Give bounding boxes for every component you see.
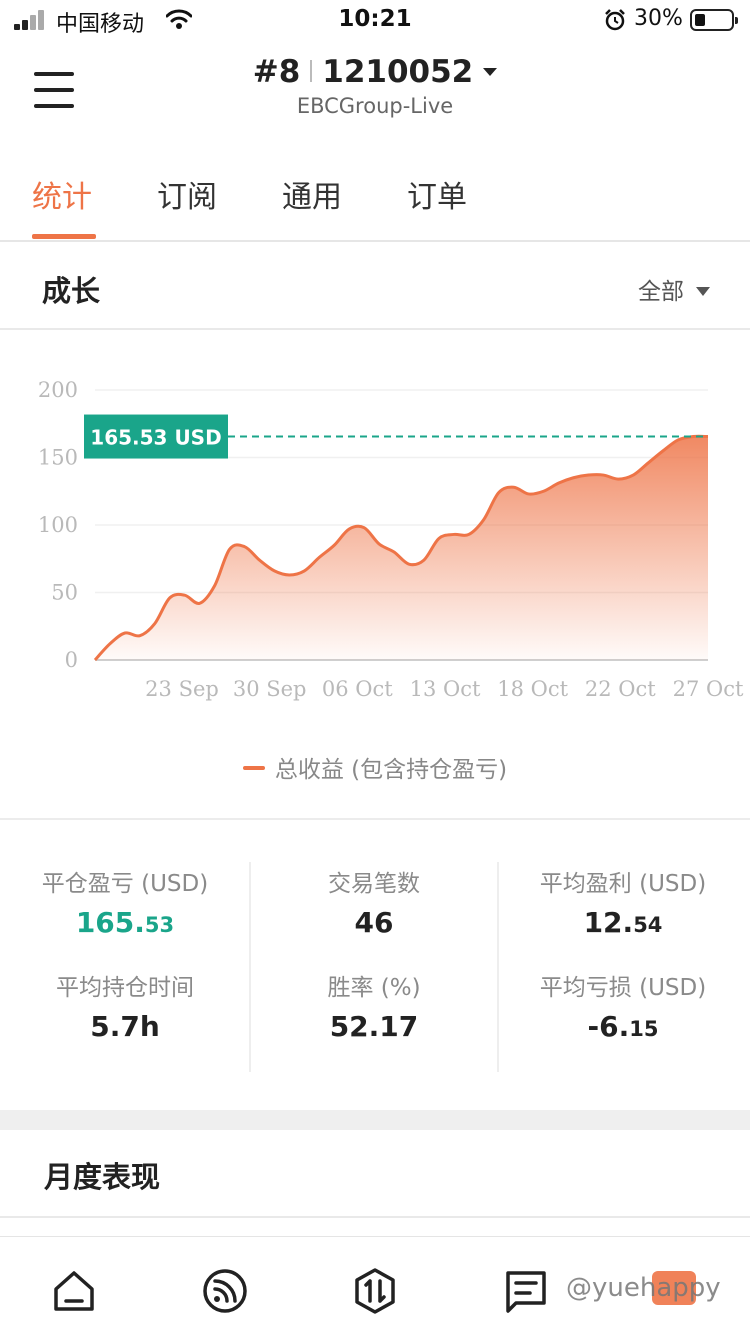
- bottom-nav: @yuehappy: [0, 1236, 750, 1334]
- current-value-label: 165.53 USD: [90, 426, 221, 450]
- stat-label: 平均持仓时间: [56, 975, 194, 1001]
- x-tick-label: 06 Oct: [322, 677, 393, 701]
- x-tick-label: 13 Oct: [410, 677, 481, 701]
- status-bar: 中国移动 10:21 30%: [0, 0, 750, 40]
- tab-orders[interactable]: 订单: [407, 172, 467, 216]
- tab-statistics[interactable]: 统计: [32, 172, 92, 216]
- divider: [310, 60, 313, 82]
- home-icon[interactable]: [50, 1267, 98, 1315]
- stat-value-dec: 15: [629, 1017, 659, 1041]
- series-area: [95, 436, 708, 660]
- stat-value-int: 12.: [583, 906, 634, 939]
- growth-header: 成长 全部: [0, 242, 750, 330]
- account-selector[interactable]: #8 1210052 EBCGroup-Live: [0, 54, 750, 118]
- stat-closed-pnl: 平仓盈亏 (USD) 165.53: [0, 864, 250, 939]
- header: #8 1210052 EBCGroup-Live: [0, 40, 750, 140]
- chevron-down-icon: [483, 68, 498, 76]
- alarm-icon: [605, 9, 625, 31]
- stat-win-rate: 胜率 (%) 52.17: [249, 968, 499, 1043]
- stat-avg-hold-time: 平均持仓时间 5.7h: [0, 968, 250, 1043]
- stat-avg-loss: 平均亏损 (USD) -6.15: [498, 968, 748, 1043]
- stat-value: -6.15: [498, 1010, 748, 1043]
- stat-avg-profit: 平均盈利 (USD) 12.54: [498, 864, 748, 939]
- stat-label: 胜率 (%): [327, 975, 421, 1001]
- tab-subscribe[interactable]: 订阅: [157, 172, 217, 216]
- stat-label: 平均亏损 (USD): [539, 975, 707, 1001]
- server-name: EBCGroup-Live: [296, 94, 454, 118]
- stat-trades: 交易笔数 46: [249, 864, 499, 939]
- account-number: 1210052: [322, 54, 474, 90]
- stat-value-int: 165.: [75, 906, 145, 939]
- range-filter-label: 全部: [638, 279, 684, 305]
- account-index: #8: [252, 54, 301, 90]
- stat-value-dec: 54: [633, 913, 663, 937]
- y-tick-label: 50: [51, 581, 78, 605]
- news-icon[interactable]: [502, 1267, 550, 1315]
- tab-general[interactable]: 通用: [282, 172, 342, 216]
- stat-value: 12.54: [498, 906, 748, 939]
- stat-value: 165.53: [0, 906, 250, 939]
- watermark: @yuehappy: [566, 1273, 721, 1303]
- feed-icon[interactable]: [201, 1267, 249, 1315]
- tab-active-indicator: [32, 234, 96, 239]
- section-title: 月度表现: [44, 1160, 161, 1194]
- section-title: 成长: [42, 274, 101, 308]
- stat-label: 平仓盈亏 (USD): [41, 871, 209, 897]
- x-tick-label: 27 Oct: [673, 677, 744, 701]
- stats-grid: 平仓盈亏 (USD) 165.53 交易笔数 46 平均盈利 (USD) 12.…: [0, 822, 750, 1112]
- stat-value: 46: [354, 906, 394, 939]
- stat-value-int: -6.: [587, 1010, 630, 1043]
- tab-bar: 统计 订阅 通用 订单: [0, 140, 750, 242]
- growth-chart: 0 50 100 150 200 23 Sep 30 Sep 06 Oct 13 Oct 18 …: [0, 330, 750, 820]
- stat-label: 交易笔数: [328, 871, 420, 897]
- stat-value: 5.7h: [90, 1010, 160, 1043]
- battery-percent: 30%: [634, 6, 683, 31]
- x-tick-label: 22 Oct: [585, 677, 656, 701]
- battery-icon: [690, 9, 738, 31]
- legend-label: 总收益 (包含持仓盈亏): [274, 757, 508, 783]
- y-tick-label: 0: [65, 648, 78, 672]
- x-tick-label: 18 Oct: [497, 677, 568, 701]
- y-tick-label: 200: [38, 378, 78, 402]
- stat-label: 平均盈利 (USD): [539, 871, 707, 897]
- chart-legend: 总收益 (包含持仓盈亏): [0, 750, 750, 784]
- chevron-down-icon: [696, 287, 710, 296]
- section-separator: [0, 1110, 750, 1130]
- y-tick-label: 150: [38, 446, 78, 470]
- trade-icon[interactable]: [351, 1267, 399, 1315]
- y-tick-label: 100: [38, 513, 78, 537]
- stat-value-dec: 53: [144, 913, 175, 937]
- monthly-performance-header[interactable]: 月度表现: [0, 1130, 750, 1218]
- legend-swatch: [242, 766, 265, 770]
- range-filter-dropdown[interactable]: 全部: [638, 272, 710, 306]
- growth-chart-svg: 0 50 100 150 200 23 Sep 30 Sep 06 Oct 13 Oct 18 …: [38, 378, 744, 701]
- x-tick-label: 23 Sep: [145, 677, 219, 701]
- x-tick-label: 30 Sep: [233, 677, 307, 701]
- stat-value: 52.17: [329, 1010, 419, 1043]
